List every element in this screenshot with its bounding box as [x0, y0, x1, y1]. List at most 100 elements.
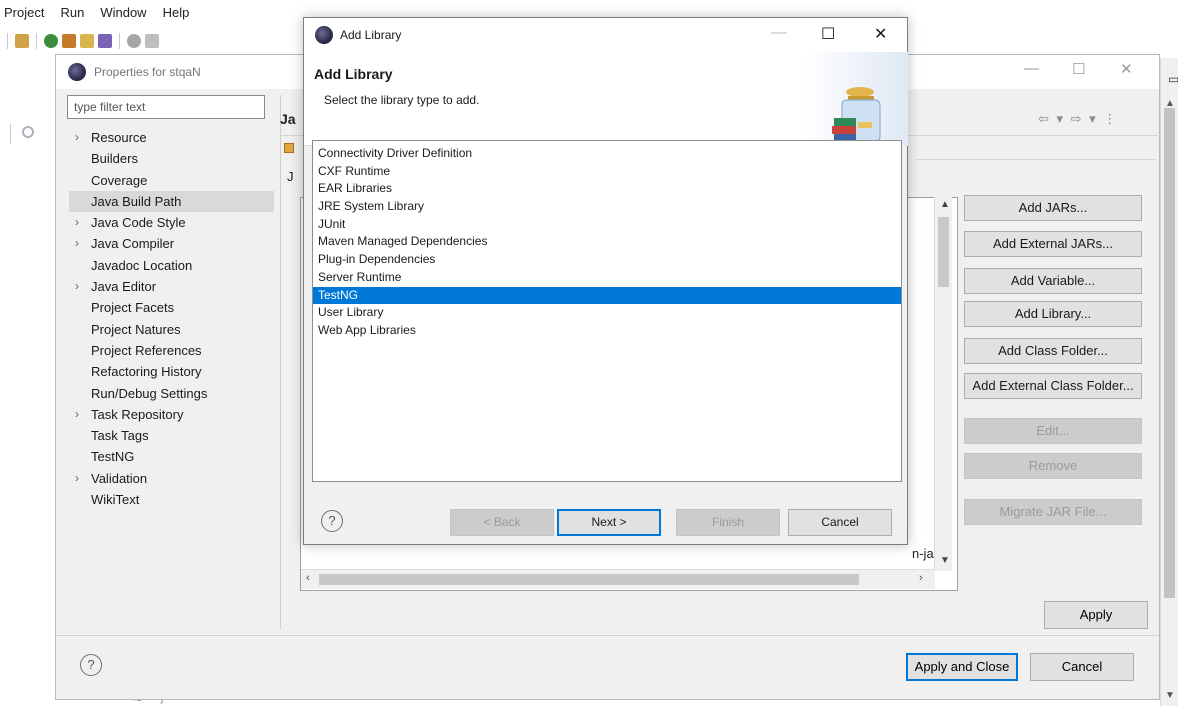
chevron-right-icon[interactable]: › — [75, 468, 79, 489]
nav-item-label: Coverage — [91, 172, 148, 188]
scroll-down-icon[interactable]: ▼ — [1165, 690, 1175, 701]
chevron-right-icon[interactable]: › — [75, 276, 79, 297]
nav-item[interactable]: WikiText — [69, 489, 274, 510]
library-type-item[interactable]: Plug-in Dependencies — [313, 251, 901, 269]
back-button[interactable]: < Back — [450, 509, 554, 536]
toolbar-separator — [119, 33, 120, 49]
apply-and-close-button[interactable]: Apply and Close — [906, 653, 1018, 681]
scroll-thumb[interactable] — [938, 217, 949, 287]
library-type-item[interactable]: CXF Runtime — [313, 163, 901, 181]
filter-input[interactable] — [67, 95, 265, 119]
nav-item[interactable]: Coverage — [69, 170, 274, 191]
add-variable-button[interactable]: Add Variable... — [964, 268, 1142, 294]
scroll-right-icon[interactable]: › — [919, 572, 923, 584]
new-project-icon[interactable] — [15, 34, 29, 48]
nav-item-label: Task Repository — [91, 406, 184, 422]
properties-cancel-button[interactable]: Cancel — [1030, 653, 1134, 681]
nav-item[interactable]: › Validation — [69, 468, 274, 489]
finish-button[interactable]: Finish — [676, 509, 780, 536]
maximize-icon[interactable]: ☐ — [1072, 60, 1085, 78]
nav-item[interactable]: Project Facets — [69, 297, 274, 318]
maximize-icon[interactable]: ☐ — [821, 24, 835, 44]
close-icon[interactable]: ✕ — [874, 24, 887, 44]
scroll-up-icon[interactable]: ▲ — [940, 199, 950, 210]
nav-item[interactable]: Project References — [69, 340, 274, 361]
next-button[interactable]: Next > — [557, 509, 661, 536]
nav-item-label: Project Facets — [91, 300, 175, 316]
scroll-down-icon[interactable]: ▼ — [940, 555, 950, 566]
add-external-class-folder-button[interactable]: Add External Class Folder... — [964, 373, 1142, 399]
menu-window[interactable]: Window — [98, 5, 148, 20]
nav-item-label: Validation — [91, 470, 148, 486]
library-type-item[interactable]: JRE System Library — [313, 198, 901, 216]
library-type-item[interactable]: EAR Libraries — [313, 180, 901, 198]
nav-item[interactable]: › Task Repository — [69, 404, 274, 425]
classpath-hscroll[interactable]: ‹ › — [301, 569, 935, 589]
maximize-view-icon[interactable]: ▭ — [1168, 72, 1178, 86]
help-icon[interactable]: ? — [321, 510, 343, 532]
scroll-thumb[interactable] — [319, 574, 859, 585]
apply-button[interactable]: Apply — [1044, 601, 1148, 629]
run-icon[interactable] — [44, 34, 58, 48]
library-type-item[interactable]: User Library — [313, 304, 901, 322]
add-library-button[interactable]: Add Library... — [964, 301, 1142, 327]
edit-icon[interactable] — [98, 34, 112, 48]
scroll-thumb[interactable] — [1164, 108, 1175, 598]
menu-run[interactable]: Run — [58, 5, 86, 20]
library-type-item[interactable]: Web App Libraries — [313, 322, 901, 340]
nav-item[interactable]: Refactoring History — [69, 361, 274, 382]
nav-item[interactable]: › Java Editor — [69, 276, 274, 297]
nav-item[interactable]: Run/Debug Settings — [69, 383, 274, 404]
nav-item[interactable]: Project Natures — [69, 319, 274, 340]
nav-item[interactable]: Task Tags — [69, 425, 274, 446]
add-class-folder-button[interactable]: Add Class Folder... — [964, 338, 1142, 364]
close-icon[interactable]: ✕ — [1120, 60, 1133, 78]
cancel-button[interactable]: Cancel — [788, 509, 892, 536]
nav-item-label: Builders — [91, 151, 138, 167]
classpath-entry-text: n-ja — [912, 546, 934, 561]
chevron-right-icon[interactable]: › — [75, 127, 79, 148]
classpath-vscroll[interactable]: ▲ ▼ — [934, 197, 952, 571]
menu-project[interactable]: Project — [2, 5, 46, 20]
nav-item-label: Java Code Style — [91, 215, 186, 231]
edit-button[interactable]: Edit... — [964, 418, 1142, 444]
open-folder-icon[interactable] — [80, 34, 94, 48]
minimize-icon[interactable]: — — [1024, 60, 1039, 77]
library-type-item[interactable]: TestNG — [313, 286, 901, 305]
help-icon[interactable]: ? — [80, 654, 102, 676]
library-type-item[interactable]: Server Runtime — [313, 269, 901, 287]
add-jars-button[interactable]: Add JARs... — [964, 195, 1142, 221]
chevron-right-icon[interactable]: › — [75, 404, 79, 425]
history-nav[interactable]: ⇦ ▾ ⇨ ▾ ⋮ — [1038, 111, 1118, 127]
library-type-item[interactable]: JUnit — [313, 216, 901, 234]
remove-button[interactable]: Remove — [964, 453, 1142, 479]
nav-item[interactable]: › Java Compiler — [69, 233, 274, 254]
library-type-list[interactable]: Connectivity Driver Definition CXF Runtim… — [312, 140, 902, 482]
properties-title: Properties for stqaN — [94, 65, 201, 79]
migrate-jar-button[interactable]: Migrate JAR File... — [964, 499, 1142, 525]
menu-help[interactable]: Help — [161, 5, 192, 20]
library-type-item[interactable]: Connectivity Driver Definition — [313, 145, 901, 163]
gutter-divider — [10, 124, 11, 144]
add-library-dialog: Add Library — ☐ ✕ Add Library Select the… — [303, 17, 908, 545]
back-icon[interactable] — [145, 34, 159, 48]
nav-item[interactable]: TestNG — [69, 446, 274, 467]
scroll-left-icon[interactable]: ‹ — [306, 572, 310, 584]
add-external-jars-button[interactable]: Add External JARs... — [964, 231, 1142, 257]
editor-scrollbar[interactable]: ▲ ▼ — [1160, 58, 1178, 706]
eclipse-icon — [315, 26, 333, 44]
nav-item[interactable]: Builders — [69, 148, 274, 169]
nav-item[interactable]: › Resource — [69, 127, 274, 148]
chevron-right-icon[interactable]: › — [75, 212, 79, 233]
toolbar-separator — [7, 33, 8, 49]
library-type-item[interactable]: Maven Managed Dependencies — [313, 233, 901, 251]
nav-item[interactable]: Javadoc Location — [69, 255, 274, 276]
search-icon[interactable] — [127, 34, 141, 48]
debug-icon[interactable] — [62, 34, 76, 48]
chevron-right-icon[interactable]: › — [75, 233, 79, 254]
nav-item-label: Java Compiler — [91, 236, 175, 252]
nav-item[interactable]: › Java Code Style — [69, 212, 274, 233]
view-icon[interactable] — [22, 126, 34, 138]
nav-item[interactable]: Java Build Path — [69, 190, 274, 213]
nav-item-label: Java Build Path — [91, 193, 182, 209]
